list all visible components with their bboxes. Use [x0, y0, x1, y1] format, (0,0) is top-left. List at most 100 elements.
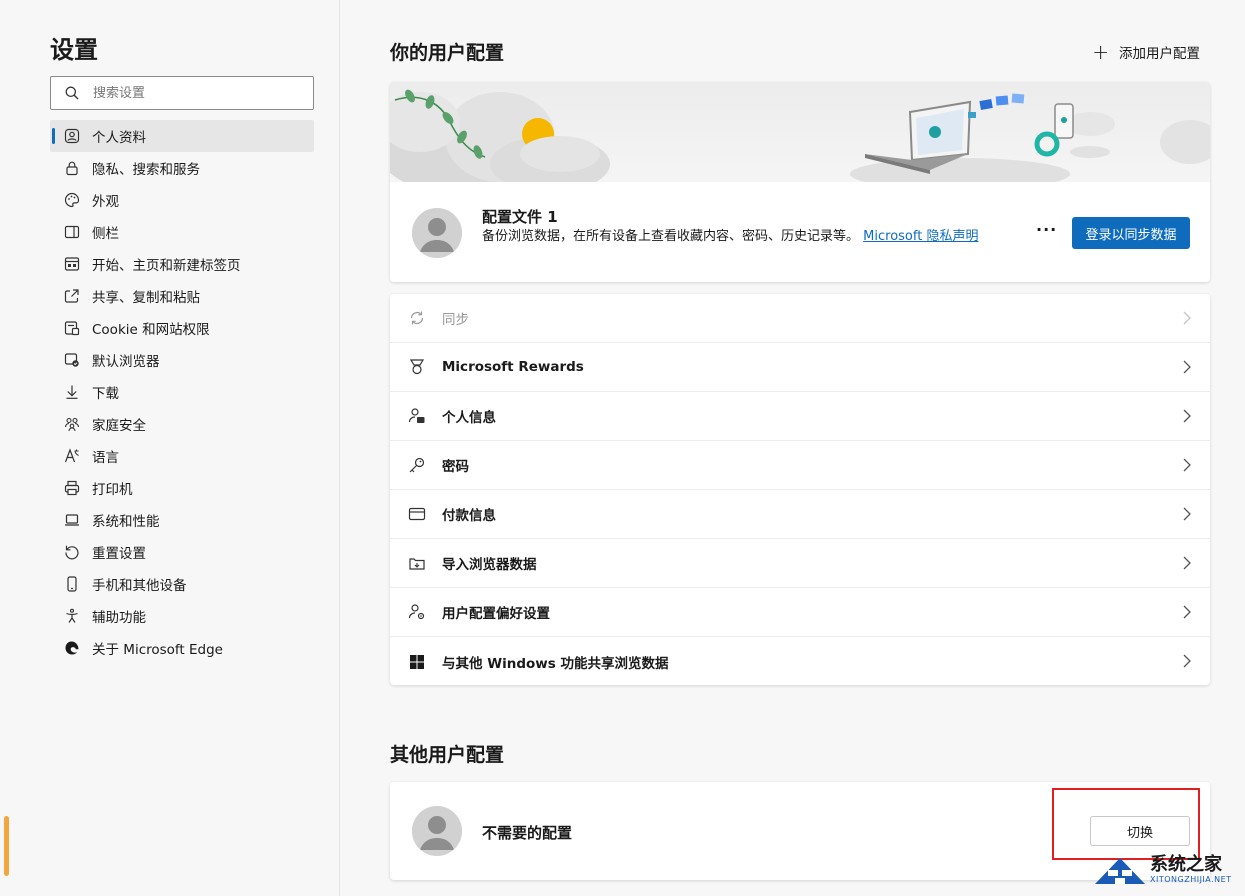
nav-label: 辅助功能	[92, 610, 146, 626]
family-icon	[64, 416, 80, 432]
row-label: 同步	[442, 312, 469, 328]
nav-item-sidebar[interactable]: 侧栏	[50, 216, 314, 248]
watermark-subtext: XITONGZHIJIA.NET	[1150, 875, 1232, 884]
sidebar: 设置 个人资料 隐私、搜索和服务 外观 侧栏 开始、主页和新建标签页 共享、复制…	[0, 0, 340, 896]
person-card-icon	[407, 406, 427, 426]
search-box[interactable]	[50, 76, 314, 110]
plus-icon: +	[1092, 40, 1109, 64]
nav-item-downloads[interactable]: 下载	[50, 376, 314, 408]
chevron-right-icon	[1183, 409, 1191, 423]
nav-label: 重置设置	[92, 546, 146, 562]
search-input[interactable]	[93, 85, 293, 101]
nav-label: 外观	[92, 194, 119, 210]
language-icon	[64, 448, 80, 464]
privacy-link[interactable]: Microsoft 隐私声明	[863, 229, 978, 244]
list-row-payment[interactable]: 付款信息	[390, 490, 1210, 539]
nav-item-accessibility[interactable]: 辅助功能	[50, 600, 314, 632]
list-row-rewards[interactable]: Microsoft Rewards	[390, 343, 1210, 392]
nav-item-profile[interactable]: 个人资料	[50, 120, 314, 152]
other-profile-card: 不需要的配置 切换	[390, 782, 1210, 880]
nav-label: 隐私、搜索和服务	[92, 162, 200, 178]
profile-icon	[64, 128, 80, 144]
sign-in-sync-button[interactable]: 登录以同步数据	[1072, 217, 1190, 249]
nav-item-language[interactable]: 语言	[50, 440, 314, 472]
profile-description: 备份浏览数据，在所有设备上查看收藏内容、密码、历史记录等。 Microsoft …	[482, 227, 1012, 246]
nav-item-system[interactable]: 系统和性能	[50, 504, 314, 536]
watermark-text: 系统之家	[1150, 854, 1222, 875]
nav-label: 默认浏览器	[92, 354, 160, 370]
main-content: 你的用户配置 + 添加用户配置 配置文件 1 备份浏览数据，在所有设备上查看收藏…	[340, 0, 1245, 896]
accessibility-icon	[64, 608, 80, 624]
sidebar-icon	[64, 224, 80, 240]
your-profiles-title: 你的用户配置	[390, 42, 505, 64]
laptop-icon	[64, 512, 80, 528]
nav-item-printer[interactable]: 打印机	[50, 472, 314, 504]
reset-icon	[64, 544, 80, 560]
chevron-right-icon	[1183, 360, 1191, 374]
profile-card: 配置文件 1 备份浏览数据，在所有设备上查看收藏内容、密码、历史记录等。 Mic…	[390, 82, 1210, 282]
nav-label: 开始、主页和新建标签页	[92, 258, 241, 274]
chevron-right-icon	[1183, 311, 1191, 325]
list-row-passwords[interactable]: 密码	[390, 441, 1210, 490]
cookie-icon	[64, 320, 80, 336]
profile-banner-illustration	[390, 82, 1210, 192]
avatar	[412, 208, 462, 258]
phone-icon	[64, 576, 80, 592]
avatar	[412, 806, 462, 856]
row-label: 与其他 Windows 功能共享浏览数据	[442, 655, 669, 672]
profile-name: 配置文件 1	[482, 208, 558, 226]
chevron-right-icon	[1183, 605, 1191, 619]
search-icon	[65, 86, 79, 100]
card-icon	[407, 504, 427, 524]
import-icon	[407, 553, 427, 573]
lock-icon	[64, 160, 80, 176]
download-icon	[64, 384, 80, 400]
nav-item-phone[interactable]: 手机和其他设备	[50, 568, 314, 600]
list-row-import[interactable]: 导入浏览器数据	[390, 539, 1210, 588]
edge-icon	[64, 640, 80, 656]
add-profile-button[interactable]: + 添加用户配置	[1092, 40, 1200, 64]
nav-item-share[interactable]: 共享、复制和粘贴	[50, 280, 314, 312]
row-label: 付款信息	[442, 508, 496, 524]
profile-description-text: 备份浏览数据，在所有设备上查看收藏内容、密码、历史记录等。	[482, 229, 860, 244]
row-label: 用户配置偏好设置	[442, 606, 550, 622]
more-options-button[interactable]: ···	[1036, 220, 1057, 239]
profile-settings-list: 同步 Microsoft Rewards 个人信息 密码 付款信息 导入浏览器数…	[390, 294, 1210, 685]
nav-label: 共享、复制和粘贴	[92, 290, 200, 306]
nav-item-cookies[interactable]: Cookie 和网站权限	[50, 312, 314, 344]
settings-nav: 个人资料 隐私、搜索和服务 外观 侧栏 开始、主页和新建标签页 共享、复制和粘贴…	[50, 120, 314, 664]
other-profile-name: 不需要的配置	[482, 824, 573, 842]
chevron-right-icon	[1183, 507, 1191, 521]
row-label: 密码	[442, 459, 469, 475]
rewards-icon	[407, 357, 427, 377]
profile-settings-icon	[407, 602, 427, 622]
switch-profile-button[interactable]: 切换	[1090, 816, 1190, 846]
add-profile-label: 添加用户配置	[1119, 46, 1200, 62]
nav-item-reset[interactable]: 重置设置	[50, 536, 314, 568]
nav-item-privacy[interactable]: 隐私、搜索和服务	[50, 152, 314, 184]
nav-item-about[interactable]: 关于 Microsoft Edge	[50, 632, 314, 664]
nav-item-start-home[interactable]: 开始、主页和新建标签页	[50, 248, 314, 280]
windows-icon	[407, 652, 427, 672]
nav-item-default-browser[interactable]: 默认浏览器	[50, 344, 314, 376]
nav-label: 下载	[92, 386, 119, 402]
nav-label: 个人资料	[92, 130, 146, 146]
row-label: Microsoft Rewards	[442, 359, 584, 375]
nav-label: 语言	[92, 450, 119, 466]
nav-label: 关于 Microsoft Edge	[92, 642, 223, 658]
nav-item-family[interactable]: 家庭安全	[50, 408, 314, 440]
nav-label: 手机和其他设备	[92, 578, 187, 594]
list-row-sync[interactable]: 同步	[390, 294, 1210, 343]
nav-label: 家庭安全	[92, 418, 146, 434]
nav-item-appearance[interactable]: 外观	[50, 184, 314, 216]
list-row-profile-preferences[interactable]: 用户配置偏好设置	[390, 588, 1210, 637]
sync-icon	[407, 308, 427, 328]
nav-label: 打印机	[92, 482, 133, 498]
palette-icon	[64, 192, 80, 208]
scrollbar-indicator[interactable]	[4, 816, 9, 876]
row-label: 导入浏览器数据	[442, 557, 537, 573]
printer-icon	[64, 480, 80, 496]
chevron-right-icon	[1183, 654, 1191, 668]
list-row-personal-info[interactable]: 个人信息	[390, 392, 1210, 441]
list-row-windows-share[interactable]: 与其他 Windows 功能共享浏览数据	[390, 637, 1210, 686]
